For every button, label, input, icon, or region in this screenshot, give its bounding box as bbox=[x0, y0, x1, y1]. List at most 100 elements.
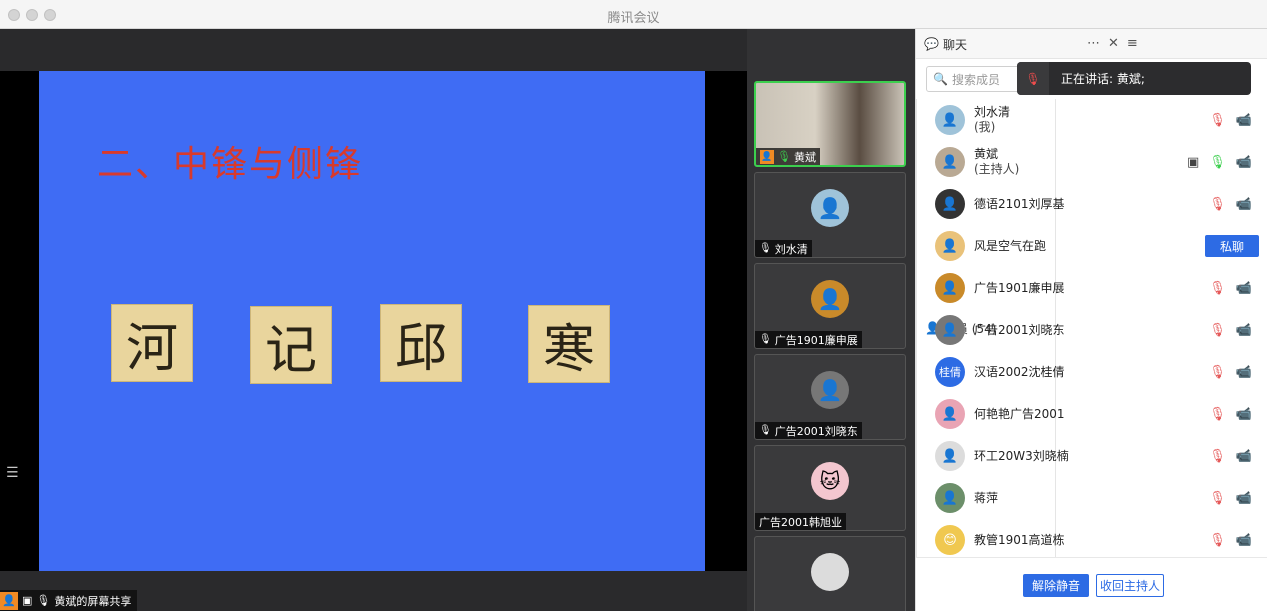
microphone-muted-icon[interactable]: 🎙 bbox=[1209, 449, 1226, 464]
tile-name-label: 🎙 刘水清 bbox=[755, 240, 812, 257]
private-chat-button[interactable]: 私聊 bbox=[1205, 235, 1259, 257]
camera-off-icon[interactable]: 📹 bbox=[1236, 449, 1252, 464]
title-bar: 腾讯会议 bbox=[0, 0, 1267, 29]
calligraphy-card: 邱 bbox=[380, 304, 462, 382]
presentation-slide: 二、中锋与侧锋 河 记 邱 寒 bbox=[39, 71, 705, 571]
microphone-muted-icon[interactable]: 🎙 bbox=[1209, 281, 1226, 296]
camera-off-icon[interactable]: 📹 bbox=[1236, 281, 1252, 296]
share-label: 👤 ▣ 🎙 黄斌的屏幕共享 bbox=[0, 590, 138, 611]
member-name: 蒋萍 bbox=[974, 490, 999, 505]
tab-chat-label: 聊天 bbox=[942, 37, 967, 52]
camera-icon[interactable]: 📹 bbox=[1236, 155, 1252, 170]
microphone-muted-icon[interactable]: 🎙 bbox=[1209, 365, 1226, 380]
member-name: 黄斌 (主持人) bbox=[974, 147, 1020, 176]
member-status: 🎙 📹 bbox=[1209, 407, 1252, 422]
microphone-icon: 🎙 bbox=[777, 150, 791, 163]
list-item[interactable]: 👤 蒋萍 🎙 📹 bbox=[916, 477, 1267, 519]
avatar: 👤 bbox=[935, 315, 965, 345]
tile-name: 广告2001刘晓东 bbox=[774, 424, 858, 438]
avatar: 👤 bbox=[935, 105, 965, 135]
camera-off-icon[interactable]: 📹 bbox=[1236, 533, 1252, 548]
member-name: 何艳艳广告2001 bbox=[974, 406, 1065, 421]
search-placeholder: 搜索成员 bbox=[951, 72, 1000, 87]
tile-name: 广告2001韩旭业 bbox=[759, 515, 842, 529]
list-item[interactable]: 👤 广告1901廉申展 🎙 📹 bbox=[916, 267, 1267, 309]
member-status: 🎙 📹 bbox=[1209, 323, 1252, 338]
microphone-muted-icon: 🎙 bbox=[759, 334, 772, 345]
avatar: 👤 bbox=[935, 441, 965, 471]
camera-off-icon[interactable]: 📹 bbox=[1236, 323, 1252, 338]
user-icon: 👤 bbox=[0, 591, 18, 610]
microphone-muted-icon[interactable]: 🎙 bbox=[1209, 197, 1226, 212]
microphone-muted-icon[interactable]: 🎙 bbox=[1209, 323, 1226, 338]
screen-share-icon: ▣ bbox=[22, 594, 33, 607]
microphone-muted-icon[interactable]: 🎙 bbox=[1209, 533, 1226, 548]
avatar: 😊 bbox=[935, 525, 965, 555]
video-tile[interactable]: 👤 🎙 广告2001刘晓东 bbox=[754, 354, 906, 440]
list-item[interactable]: 👤 刘水清 (我) 🎙 📹 bbox=[916, 99, 1267, 141]
microphone-icon[interactable]: 🎙 bbox=[1209, 155, 1226, 170]
list-item[interactable]: 👤 何艳艳广告2001 🎙 📹 bbox=[916, 393, 1267, 435]
tile-name: 黄斌 bbox=[793, 150, 816, 164]
microphone-muted-icon[interactable]: 🎙 bbox=[1209, 407, 1226, 422]
list-item[interactable]: 👤 黄斌 (主持人) ▣ 🎙 📹 bbox=[916, 141, 1267, 183]
video-tile[interactable]: 🐱 广告2001韩旭业 bbox=[754, 445, 906, 531]
microphone-muted-icon: 🎙 bbox=[1017, 62, 1049, 95]
list-item[interactable]: 👤 环工20W3刘晓楠 🎙 📹 bbox=[916, 435, 1267, 477]
member-status: ▣ 🎙 📹 bbox=[1187, 155, 1252, 170]
screen-share-view: 二、中锋与侧锋 河 记 邱 寒 bbox=[0, 71, 747, 571]
calligraphy-card: 寒 bbox=[528, 305, 610, 383]
tab-chat[interactable]: 💬 聊天 bbox=[916, 29, 1081, 59]
microphone-muted-icon[interactable]: 🎙 bbox=[1209, 491, 1226, 506]
list-item[interactable]: 👤 风是空气在跑 私聊 bbox=[916, 225, 1267, 267]
list-item[interactable]: 桂倩 汉语2002沈桂倩 🎙 📹 bbox=[916, 351, 1267, 393]
microphone-muted-icon: 🎙 bbox=[759, 425, 772, 436]
calligraphy-card: 记 bbox=[250, 306, 332, 384]
reclaim-host-button[interactable]: 收回主持人 bbox=[1096, 574, 1164, 597]
tile-name-label: 👤 🎙 黄斌 bbox=[756, 148, 820, 165]
unmute-all-button[interactable]: 解除静音 bbox=[1023, 574, 1089, 597]
list-item[interactable]: 😊 教管1901高道栋 🎙 📹 bbox=[916, 519, 1267, 557]
list-item[interactable]: 👤 德语2101刘厚基 🎙 📹 bbox=[916, 183, 1267, 225]
microphone-muted-icon: 🎙 bbox=[759, 243, 772, 254]
member-status: 🎙 📹 bbox=[1209, 113, 1252, 128]
user-icon: 👤 bbox=[760, 149, 774, 164]
more-icon[interactable]: ⋯ bbox=[1087, 36, 1100, 51]
panel-tabs: 💬 聊天 👤 成员 (54) ⋯ ✕ ≡ bbox=[916, 29, 1267, 557]
video-tile[interactable]: 👤 🎙 刘水清 bbox=[754, 172, 906, 258]
avatar: 👤 bbox=[935, 189, 965, 219]
tile-name-label: 🎙 广告2001刘晓东 bbox=[755, 422, 862, 439]
window-title: 腾讯会议 bbox=[607, 11, 660, 26]
camera-off-icon[interactable]: 📹 bbox=[1236, 407, 1252, 422]
microphone-muted-icon[interactable]: 🎙 bbox=[1209, 113, 1226, 128]
search-icon: 🔍 bbox=[933, 72, 948, 86]
video-tile[interactable]: 👤 🎙 广告1901廉申展 bbox=[754, 263, 906, 349]
video-strip: 👤 🎙 黄斌 👤 🎙 刘水清 👤 🎙 广告1901廉申展 👤 🎙 广告2001刘… bbox=[747, 29, 915, 611]
member-name: 环工20W3刘晓楠 bbox=[974, 448, 1069, 463]
camera-off-icon[interactable]: 📹 bbox=[1236, 113, 1252, 128]
close-icon[interactable]: ✕ bbox=[1108, 36, 1119, 51]
member-name: 汉语2002沈桂倩 bbox=[974, 364, 1065, 379]
video-tile[interactable]: 👤 🎙 黄斌 bbox=[754, 81, 906, 167]
avatar: 👤 bbox=[935, 399, 965, 429]
tile-name-label: 🎙 广告1901廉申展 bbox=[755, 331, 862, 348]
tab-actions: ⋯ ✕ ≡ bbox=[1081, 29, 1138, 58]
member-name: 风是空气在跑 bbox=[974, 238, 1047, 253]
camera-off-icon[interactable]: 📹 bbox=[1236, 491, 1252, 506]
member-name: 刘水清 (我) bbox=[974, 105, 1011, 134]
member-name: 广告1901廉申展 bbox=[974, 280, 1065, 295]
bottom-bar: 👤 ▣ 🎙 黄斌的屏幕共享 bbox=[0, 590, 747, 611]
video-tile[interactable] bbox=[754, 536, 906, 611]
list-item[interactable]: 👤 广告2001刘晓东 🎙 📹 bbox=[916, 309, 1267, 351]
main-stage: 二、中锋与侧锋 河 记 邱 寒 ☰ bbox=[0, 29, 747, 611]
list-toggle-icon[interactable]: ☰ bbox=[6, 465, 19, 481]
camera-off-icon[interactable]: 📹 bbox=[1236, 365, 1252, 380]
member-status: 🎙 📹 bbox=[1209, 281, 1252, 296]
microphone-icon: 🎙 bbox=[36, 594, 51, 607]
member-status: 🎙 📹 bbox=[1209, 365, 1252, 380]
tile-name: 刘水清 bbox=[774, 242, 808, 256]
camera-off-icon[interactable]: 📹 bbox=[1236, 197, 1252, 212]
menu-icon[interactable]: ≡ bbox=[1127, 36, 1138, 51]
avatar: 👤 bbox=[935, 147, 965, 177]
member-name: 德语2101刘厚基 bbox=[974, 196, 1065, 211]
